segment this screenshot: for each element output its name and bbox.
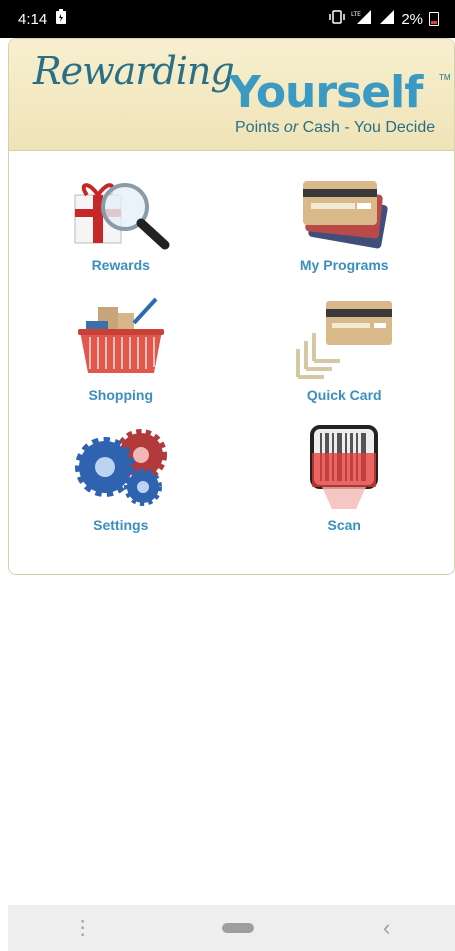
- menu-label-shopping: Shopping: [88, 387, 154, 403]
- app-logo-banner: Rewarding Yourself TM Points or Cash - Y…: [9, 39, 454, 151]
- barcode-scan-icon: [310, 425, 379, 509]
- menu-grid: Rewards My Programs Shopping Quick Card …: [9, 151, 455, 541]
- vibrate-icon: [329, 9, 346, 29]
- shopping-basket-icon: [77, 297, 164, 373]
- menu-tile-scan[interactable]: Scan: [233, 411, 455, 541]
- back-icon[interactable]: ‹: [383, 915, 390, 941]
- credit-cards-icon: [303, 181, 388, 249]
- menu-tile-my-programs[interactable]: My Programs: [233, 151, 455, 281]
- signal-icon: [379, 9, 395, 29]
- menu-tile-settings[interactable]: Settings: [9, 411, 233, 541]
- menu-dots-icon[interactable]: ⋮: [73, 918, 93, 938]
- menu-tile-quick-card[interactable]: Quick Card: [233, 281, 455, 411]
- svg-text:LTE: LTE: [351, 11, 361, 18]
- gift-magnifier-icon: [74, 183, 170, 250]
- status-bar: 4:14 LTE 2%: [0, 0, 455, 38]
- battery-icon: [429, 12, 439, 26]
- home-pill-button[interactable]: [221, 923, 254, 933]
- logo-trademark: TM: [439, 73, 451, 82]
- menu-label-my-programs: My Programs: [299, 257, 389, 273]
- system-nav-bar: ⋮ ‹: [8, 905, 455, 951]
- logo-tagline: Points or Cash - You Decide: [235, 119, 436, 136]
- notification-battery-icon: [55, 9, 67, 29]
- clock: 4:14: [18, 10, 48, 28]
- menu-tile-shopping[interactable]: Shopping: [9, 281, 233, 411]
- gears-icon: [74, 429, 167, 506]
- menu-label-settings: Settings: [93, 517, 149, 533]
- menu-label-quick-card: Quick Card: [306, 387, 382, 403]
- menu-tile-rewards[interactable]: Rewards: [9, 151, 233, 281]
- quick-card-icon: [296, 301, 393, 379]
- lte-signal-icon: LTE: [351, 9, 373, 29]
- menu-label-rewards: Rewards: [91, 257, 150, 273]
- logo-bold-text: Yourself: [229, 67, 423, 118]
- main-card: Rewarding Yourself TM Points or Cash - Y…: [8, 38, 455, 575]
- menu-label-scan: Scan: [327, 517, 361, 533]
- logo-script-text: Rewarding: [33, 49, 235, 93]
- battery-percent: 2%: [401, 10, 423, 28]
